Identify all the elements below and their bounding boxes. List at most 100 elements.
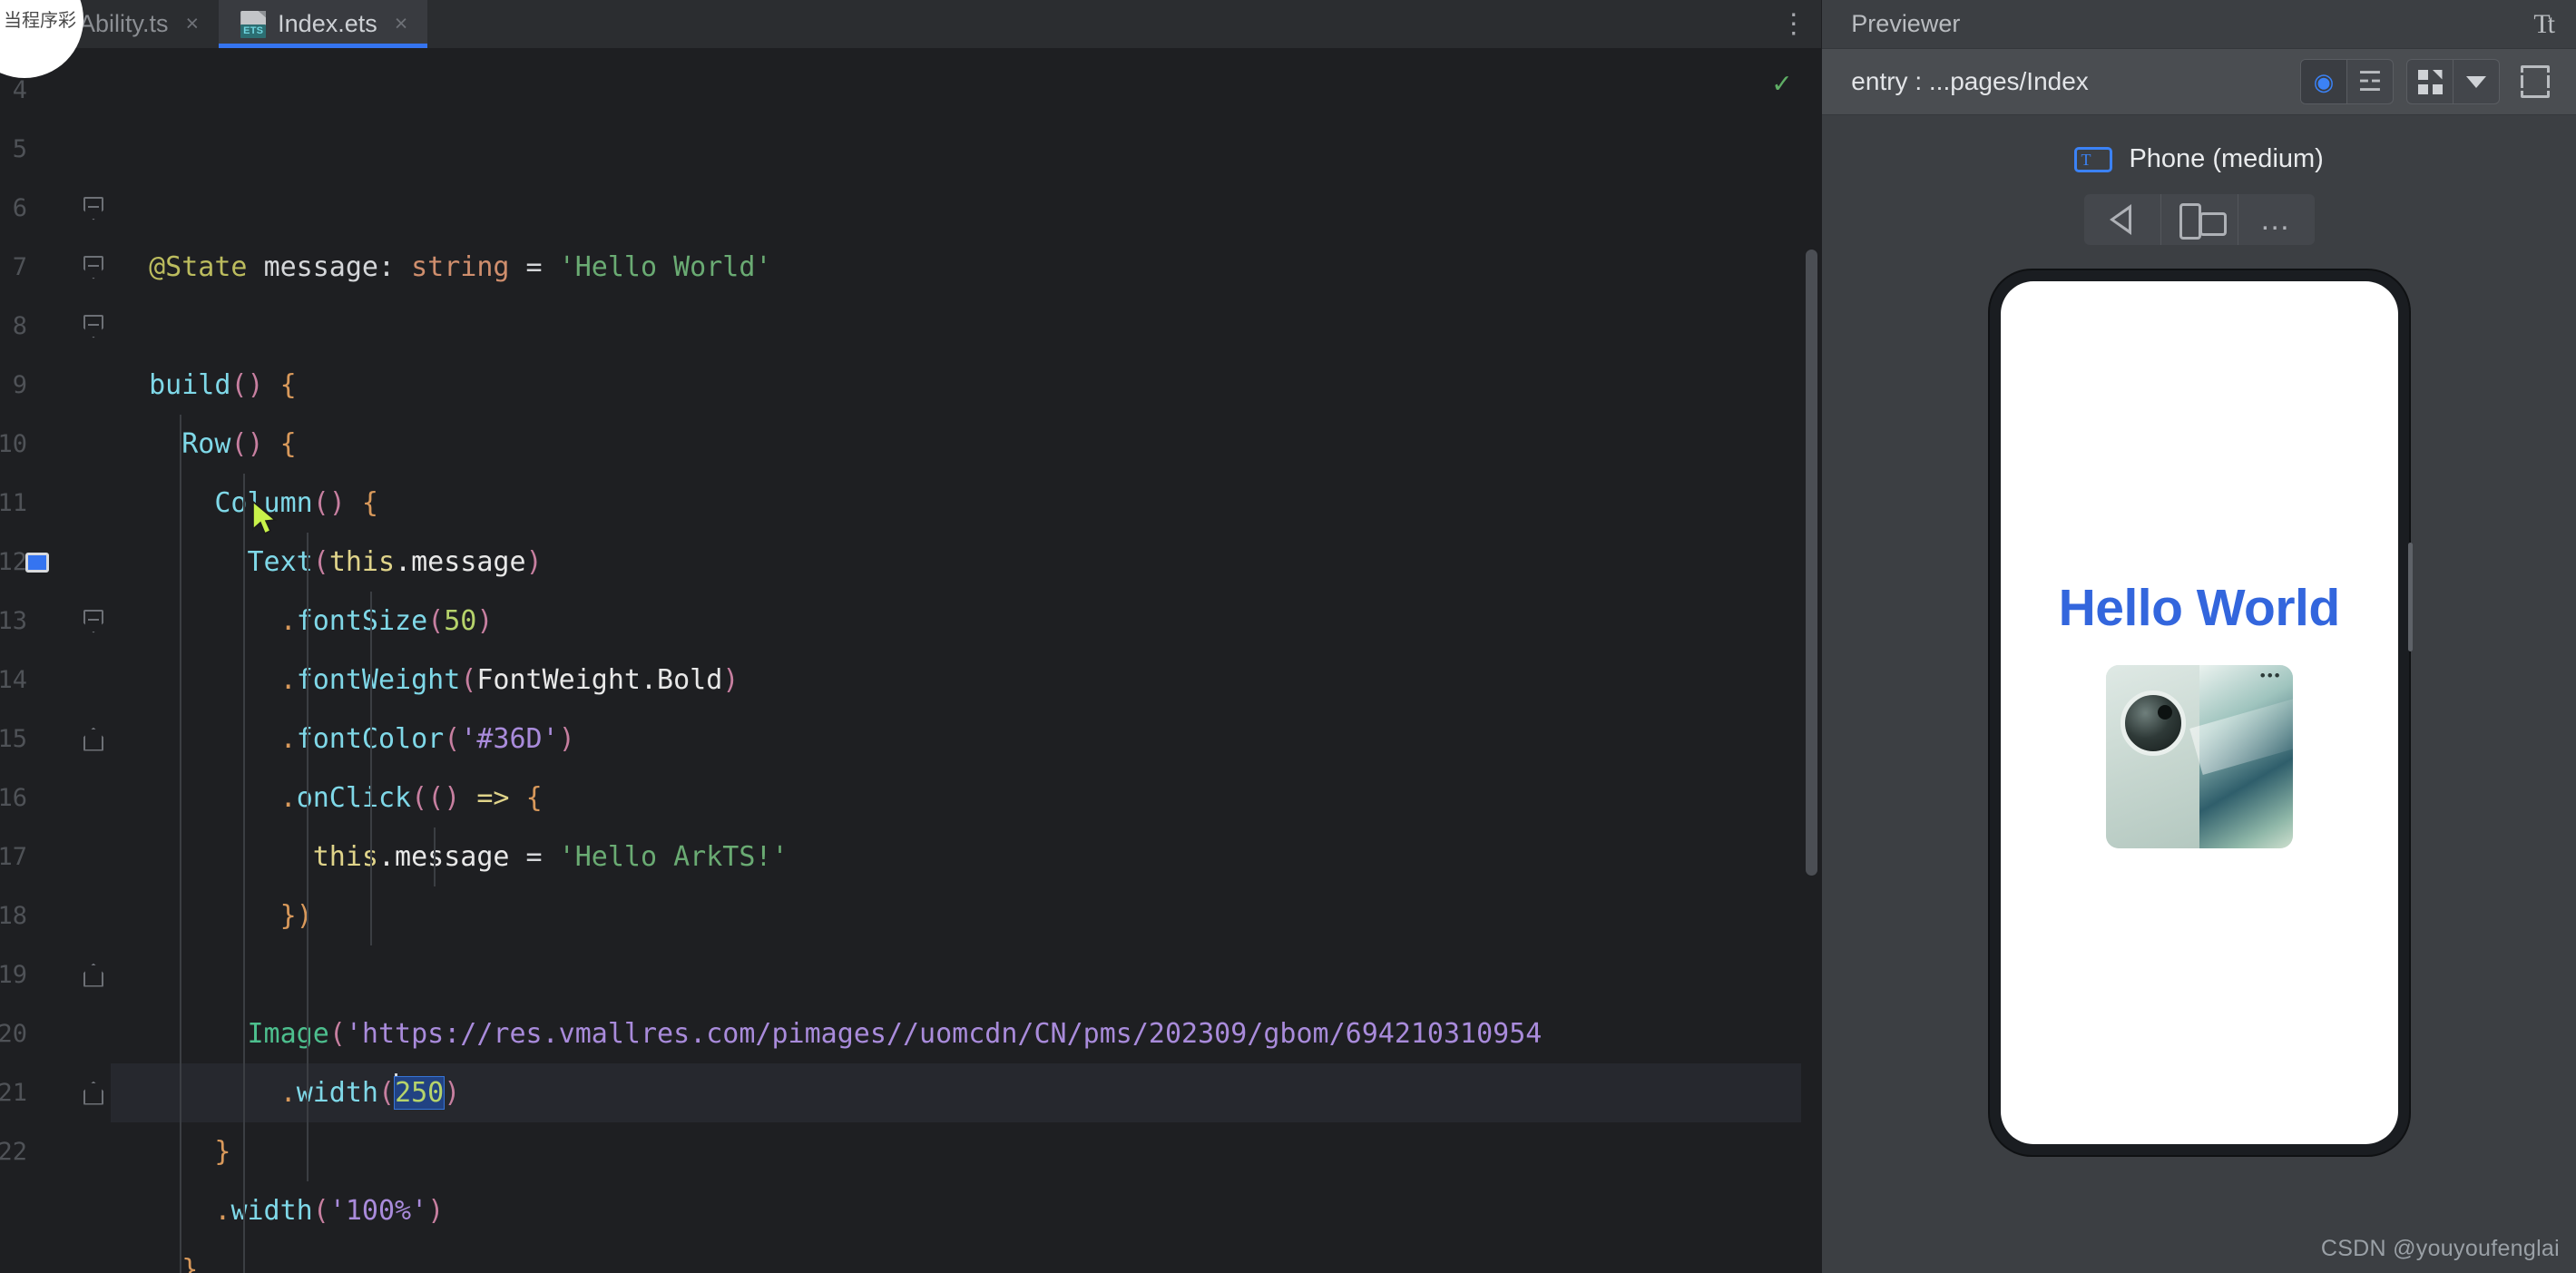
indent-guide bbox=[243, 592, 245, 651]
gutter-line[interactable]: 20 bbox=[0, 1004, 111, 1063]
code-line[interactable]: .fontColor('#36D') bbox=[111, 710, 1821, 769]
code-token: ( bbox=[312, 546, 329, 578]
gutter-line[interactable]: 14 bbox=[0, 651, 111, 710]
code-line[interactable]: .fontSize(50) bbox=[111, 592, 1821, 651]
indent-guide bbox=[180, 1240, 181, 1273]
code-line[interactable]: Column() { bbox=[111, 474, 1821, 533]
code-line[interactable]: } bbox=[111, 1240, 1821, 1273]
code-line[interactable]: .width(250) bbox=[111, 1063, 1822, 1122]
indent-guide bbox=[180, 474, 181, 533]
code-fold-icon[interactable] bbox=[83, 197, 103, 220]
indent-guide bbox=[243, 533, 245, 592]
code-line[interactable]: this.message = 'Hello ArkTS!' bbox=[111, 827, 1821, 886]
preview-hello-text[interactable]: Hello World bbox=[2059, 578, 2341, 638]
code-line[interactable]: }) bbox=[111, 886, 1821, 945]
previewer-title: Previewer bbox=[1851, 10, 1961, 37]
gutter-line[interactable]: 5 bbox=[0, 120, 111, 179]
chevron-down-icon[interactable] bbox=[2454, 60, 2499, 103]
code-token: fontSize bbox=[296, 605, 428, 637]
inspector-eye-icon[interactable]: ◉ bbox=[2301, 60, 2347, 103]
gutter-line[interactable]: 15 bbox=[0, 710, 111, 769]
gutter-line[interactable]: 22 bbox=[0, 1122, 111, 1181]
inspection-ok-icon: ✓ bbox=[1773, 65, 1791, 100]
gutter-line[interactable]: 19 bbox=[0, 945, 111, 1004]
gutter-line[interactable]: 10 bbox=[0, 415, 111, 474]
tab-index-ets[interactable]: ETS Index.ets × bbox=[219, 0, 428, 48]
layers-icon[interactable]: ☲ bbox=[2347, 60, 2393, 103]
gutter-line[interactable]: 6 bbox=[0, 179, 111, 238]
code-token: { bbox=[525, 782, 543, 814]
code-line[interactable]: Image('https://res.vmallres.com/pimages/… bbox=[111, 1004, 1821, 1063]
code-token: message bbox=[263, 251, 378, 283]
rotate-button[interactable] bbox=[2161, 194, 2238, 245]
line-number: 16 bbox=[0, 784, 27, 812]
close-icon[interactable]: × bbox=[186, 13, 200, 35]
phone-screen[interactable]: Hello World ••• bbox=[2000, 281, 2398, 1144]
fit-frame-icon[interactable] bbox=[2512, 60, 2558, 103]
gutter-line[interactable]: 7 bbox=[0, 238, 111, 297]
gutter-line[interactable]: 16 bbox=[0, 769, 111, 827]
code-token: 'https://res.vmallres.com/pimages//uomcd… bbox=[345, 1018, 1543, 1050]
editor-scrollbar[interactable] bbox=[1801, 48, 1822, 1273]
editor-gutter[interactable]: 4 5 6 7 8 9 10 11 12 13 14 15 16 17 18 19 20 21 22 bbox=[0, 48, 111, 1273]
font-size-icon[interactable]: Tt bbox=[2533, 9, 2556, 40]
gutter-line[interactable]: 18 bbox=[0, 886, 111, 945]
indent-guide bbox=[243, 945, 245, 1004]
gutter-line[interactable]: 17 bbox=[0, 827, 111, 886]
indent-guide bbox=[243, 886, 245, 945]
line-number: 4 bbox=[12, 76, 27, 104]
code-line[interactable] bbox=[111, 297, 1821, 356]
code-token: 'Hello World' bbox=[558, 251, 772, 283]
gutter-line[interactable]: 11 bbox=[0, 474, 111, 533]
code-token: string bbox=[411, 251, 510, 283]
code-fold-icon[interactable] bbox=[83, 964, 103, 987]
indent-guide bbox=[307, 533, 309, 592]
editor-scrollbar-thumb[interactable] bbox=[1806, 250, 1818, 876]
line-number: 21 bbox=[0, 1079, 27, 1107]
code-token: width bbox=[296, 1077, 378, 1109]
gutter-line[interactable]: 12 bbox=[0, 533, 111, 592]
indent-guide bbox=[243, 769, 245, 827]
code-line[interactable]: Row() { bbox=[111, 415, 1821, 474]
code-line[interactable]: @State message: string = 'Hello World' bbox=[111, 238, 1821, 297]
preview-stage: T Phone (medium) … Hello World ••• CSDN … bbox=[1822, 115, 2576, 1273]
code-fold-icon[interactable] bbox=[83, 728, 103, 751]
code-token: Row bbox=[116, 428, 231, 460]
code-line[interactable]: .width('100%') bbox=[111, 1181, 1821, 1240]
code-token: { bbox=[263, 369, 297, 401]
code-token: ( bbox=[328, 1018, 346, 1050]
code-line[interactable]: .fontWeight(FontWeight.Bold) bbox=[111, 651, 1821, 710]
code-line[interactable]: .onClick(() => { bbox=[111, 769, 1821, 827]
indent-guide bbox=[370, 769, 372, 827]
gutter-line[interactable]: 8 bbox=[0, 297, 111, 356]
code-fold-icon[interactable] bbox=[83, 1082, 103, 1105]
code-token: 'Hello ArkTS!' bbox=[558, 841, 788, 873]
back-button[interactable] bbox=[2084, 194, 2161, 245]
code-fold-icon[interactable] bbox=[83, 610, 103, 633]
gutter-line[interactable]: 21 bbox=[0, 1063, 111, 1122]
indent-guide bbox=[180, 1004, 181, 1063]
code-area[interactable]: ✓ @State message: string = 'Hello World'… bbox=[111, 48, 1822, 1273]
indent-guide bbox=[307, 1004, 309, 1063]
more-button[interactable]: … bbox=[2238, 194, 2315, 245]
inspect-button-group: ◉ ☲ bbox=[2300, 59, 2394, 104]
code-line[interactable]: Text(this.message) bbox=[111, 533, 1821, 592]
indent-guide bbox=[307, 651, 309, 710]
code-token: ) bbox=[558, 723, 575, 755]
code-fold-icon[interactable] bbox=[83, 256, 103, 279]
code-line[interactable]: } bbox=[111, 1122, 1821, 1181]
layers-glyph: ☲ bbox=[2357, 66, 2383, 97]
gutter-line[interactable]: 13 bbox=[0, 592, 111, 651]
editor-tab-bar: EntryAbility.ts × ETS Index.ets × ⋮ bbox=[0, 0, 1822, 48]
code-token: fontWeight bbox=[296, 664, 461, 696]
gutter-line[interactable]: 9 bbox=[0, 356, 111, 415]
code-fold-icon[interactable] bbox=[83, 315, 103, 338]
code-line[interactable]: build() { bbox=[111, 356, 1821, 415]
more-actions-icon[interactable]: ⋮ bbox=[1767, 0, 1822, 48]
code-line[interactable] bbox=[111, 945, 1821, 1004]
device-selector[interactable]: T Phone (medium) bbox=[2074, 144, 2324, 174]
ide-window: EntryAbility.ts × ETS Index.ets × ⋮ 4 5 6 7… bbox=[0, 0, 2576, 1273]
bookmark-marker-icon[interactable] bbox=[25, 552, 49, 573]
layout-grid-icon[interactable] bbox=[2407, 60, 2454, 103]
close-icon[interactable]: × bbox=[395, 13, 408, 35]
